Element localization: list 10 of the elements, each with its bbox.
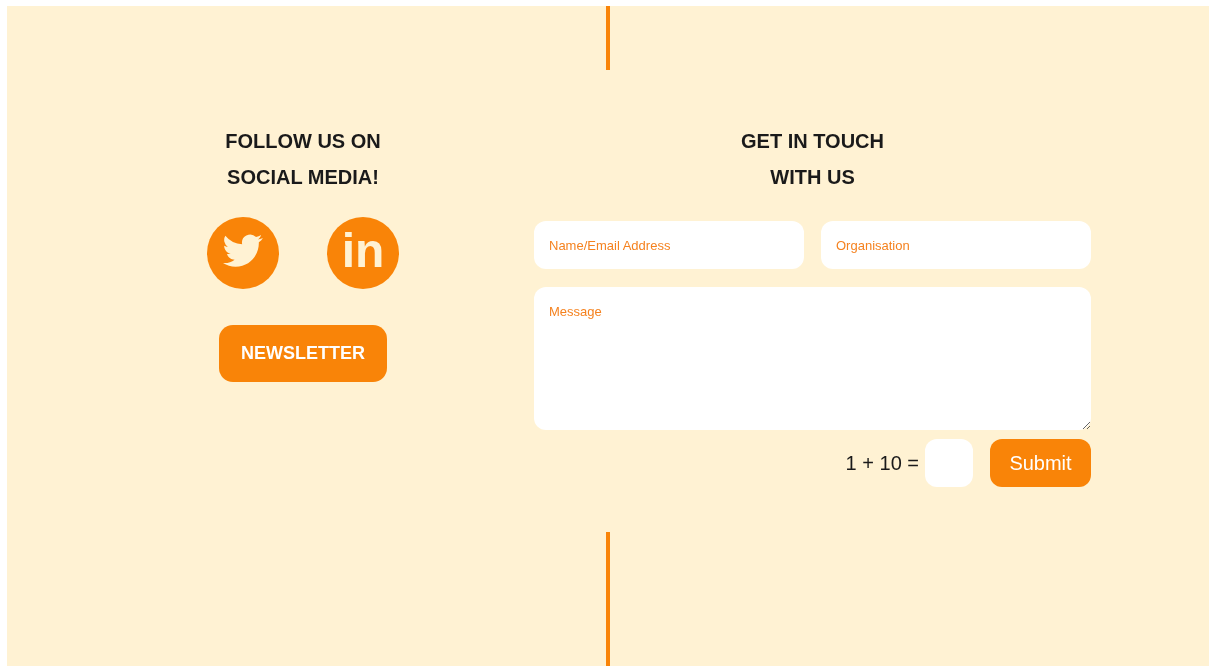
linkedin-icon[interactable]: in: [327, 217, 399, 289]
captcha-question: 1 + 10 =: [845, 451, 919, 475]
input-field[interactable]: Organisation: [821, 221, 1091, 269]
input-field[interactable]: Name/Email Address: [534, 221, 804, 269]
section-heading: GET IN TOUCH WITH US: [740, 129, 885, 190]
newsletter-button[interactable]: NEWSLETTER: [219, 325, 387, 382]
submit-button[interactable]: Submit: [990, 439, 1091, 487]
message-field[interactable]: Message: [534, 287, 1091, 430]
section-heading: FOLLOW US ON SOCIAL MEDIA!: [224, 129, 382, 190]
captcha-answer-field[interactable]: [925, 439, 973, 487]
